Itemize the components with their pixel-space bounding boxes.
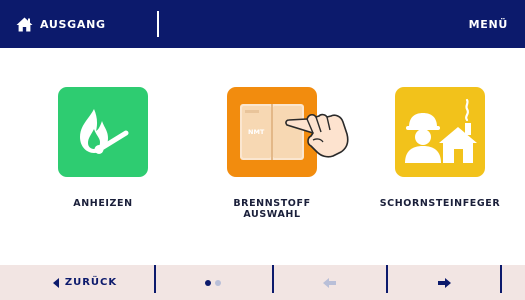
flame-match-icon bbox=[80, 109, 129, 154]
tile-fuel-selection-label-line2: AUSWAHL bbox=[243, 209, 301, 220]
menu-button[interactable]: MENÜ bbox=[469, 0, 508, 48]
bottom-divider bbox=[500, 265, 502, 293]
page-dot-inactive bbox=[215, 279, 221, 286]
page-dot-active bbox=[205, 279, 211, 286]
tile-ignition-label: ANHEIZEN bbox=[73, 198, 133, 209]
next-button[interactable] bbox=[388, 265, 500, 300]
tile-fuel-selection-label: BRENNSTOFF AUSWAHL bbox=[192, 198, 352, 220]
back-label: ZURÜCK bbox=[64, 277, 118, 288]
book-text: NMT bbox=[248, 128, 265, 136]
tile-fuel-selection-label-line1: BRENNSTOFF bbox=[233, 198, 311, 209]
header-divider bbox=[157, 11, 159, 37]
tile-ignition[interactable] bbox=[58, 87, 148, 177]
previous-button[interactable] bbox=[274, 265, 386, 300]
chimney-sweep-icon bbox=[405, 98, 477, 163]
tile-chimney-sweep[interactable] bbox=[395, 87, 485, 177]
arrow-left-icon bbox=[323, 277, 336, 288]
back-button[interactable]: ZURÜCK bbox=[40, 265, 130, 300]
tile-chimney-sweep-label: SCHORNSTEINFEGER bbox=[379, 198, 501, 209]
hand-pointer-icon bbox=[285, 113, 349, 158]
chevron-left-icon bbox=[52, 277, 59, 288]
home-icon bbox=[16, 17, 33, 31]
menu-label: MENÜ bbox=[468, 17, 508, 31]
exit-button[interactable]: AUSGANG bbox=[16, 0, 106, 48]
arrow-right-icon bbox=[438, 277, 451, 288]
page-indicator bbox=[156, 265, 270, 300]
bottom-bar: ZURÜCK bbox=[0, 265, 525, 300]
exit-label: AUSGANG bbox=[40, 17, 106, 31]
top-bar: AUSGANG MENÜ bbox=[0, 0, 525, 48]
